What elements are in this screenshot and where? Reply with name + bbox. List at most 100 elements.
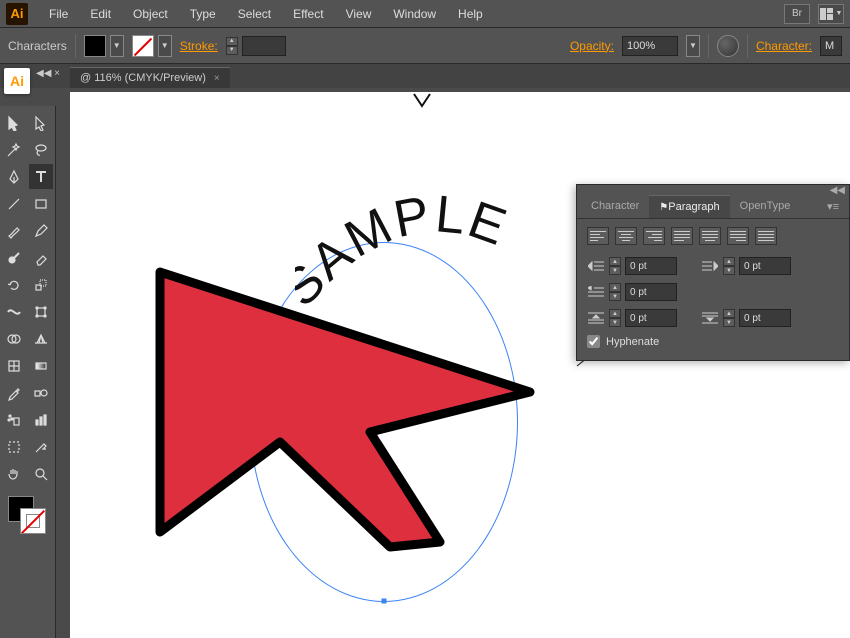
menu-window[interactable]: Window — [382, 7, 447, 21]
align-center-button[interactable] — [615, 227, 637, 245]
tab-close-button[interactable]: × — [214, 73, 220, 84]
scale-tool[interactable] — [29, 272, 54, 297]
hand-tool[interactable] — [2, 461, 27, 486]
stepper-up[interactable]: ▲ — [609, 283, 621, 292]
menu-bar: Ai File Edit Object Type Select Effect V… — [0, 0, 850, 28]
character-label[interactable]: Character: — [756, 39, 812, 53]
stroke-color-box[interactable] — [20, 508, 46, 534]
pen-tool[interactable] — [2, 164, 27, 189]
space-after-input[interactable] — [739, 309, 791, 327]
opacity-input[interactable] — [622, 36, 678, 56]
anchor-point[interactable] — [382, 599, 387, 604]
justify-left-button[interactable] — [671, 227, 693, 245]
menu-help[interactable]: Help — [447, 7, 494, 21]
slice-tool[interactable] — [29, 434, 54, 459]
stepper-down[interactable]: ▼ — [609, 292, 621, 301]
space-before-input[interactable] — [625, 309, 677, 327]
app-logo: Ai — [6, 3, 28, 25]
opacity-label[interactable]: Opacity: — [570, 39, 614, 53]
blend-tool[interactable] — [29, 380, 54, 405]
menu-select[interactable]: Select — [227, 7, 282, 21]
column-graph-tool[interactable] — [29, 407, 54, 432]
space-after-icon — [701, 311, 719, 325]
zoom-tool[interactable] — [29, 461, 54, 486]
left-indent-input[interactable] — [625, 257, 677, 275]
bridge-button[interactable]: Br — [784, 4, 810, 24]
magic-wand-tool[interactable] — [2, 137, 27, 162]
blob-brush-tool[interactable] — [2, 245, 27, 270]
menu-edit[interactable]: Edit — [79, 7, 122, 21]
paintbrush-tool[interactable] — [2, 218, 27, 243]
character-font-input[interactable] — [820, 36, 842, 56]
stroke-up[interactable]: ▲ — [226, 37, 238, 46]
tab-opentype[interactable]: OpenType — [730, 195, 801, 218]
rectangle-tool[interactable] — [29, 191, 54, 216]
symbol-sprayer-tool[interactable] — [2, 407, 27, 432]
width-tool[interactable] — [2, 299, 27, 324]
rotate-tool[interactable] — [2, 272, 27, 297]
gradient-tool[interactable] — [29, 353, 54, 378]
hyphenate-label: Hyphenate — [606, 336, 659, 348]
right-indent-icon — [701, 259, 719, 273]
lasso-tool[interactable] — [29, 137, 54, 162]
grid-icon — [820, 8, 834, 20]
stepper-down[interactable]: ▼ — [609, 318, 621, 327]
panel-collapse-icon[interactable]: ◀◀ — [830, 185, 845, 196]
stroke-weight-input[interactable] — [242, 36, 286, 56]
text-cursor-icon — [410, 92, 434, 116]
stroke-down[interactable]: ▼ — [226, 46, 238, 55]
justify-all-button[interactable] — [755, 227, 777, 245]
panel-menu-button[interactable]: ▾≡ — [817, 195, 849, 218]
arrange-docs-button[interactable]: ▼ — [818, 4, 844, 24]
eyedropper-tool[interactable] — [2, 380, 27, 405]
fill-dropdown[interactable]: ▼ — [110, 35, 124, 57]
direct-selection-tool[interactable] — [29, 110, 54, 135]
shape-builder-tool[interactable] — [2, 326, 27, 351]
stepper-down[interactable]: ▼ — [723, 266, 735, 275]
selection-tool[interactable] — [2, 110, 27, 135]
right-indent-input[interactable] — [739, 257, 791, 275]
stepper-up[interactable]: ▲ — [723, 257, 735, 266]
perspective-grid-tool[interactable] — [29, 326, 54, 351]
options-left-label: Characters — [8, 39, 67, 53]
menu-type[interactable]: Type — [179, 7, 227, 21]
type-tool[interactable] — [29, 164, 54, 189]
eraser-tool[interactable] — [29, 245, 54, 270]
menu-object[interactable]: Object — [122, 7, 179, 21]
indent-down[interactable]: ▼ — [609, 266, 621, 275]
stroke-label[interactable]: Stroke: — [180, 39, 218, 53]
panel-collapse-handle[interactable]: ◀◀ × — [36, 68, 60, 79]
fill-stroke-control[interactable] — [2, 494, 53, 538]
stroke-dropdown[interactable]: ▼ — [158, 35, 172, 57]
fill-swatch[interactable] — [84, 35, 106, 57]
menu-view[interactable]: View — [335, 7, 383, 21]
stepper-up[interactable]: ▲ — [609, 309, 621, 318]
stepper-down[interactable]: ▼ — [723, 318, 735, 327]
tools-panel — [0, 106, 56, 638]
pencil-tool[interactable] — [29, 218, 54, 243]
document-tab[interactable]: @ 116% (CMYK/Preview) × — [70, 67, 230, 88]
tab-paragraph[interactable]: Paragraph — [649, 195, 729, 218]
first-line-indent-input[interactable] — [625, 283, 677, 301]
line-segment-tool[interactable] — [2, 191, 27, 216]
hyphenate-checkbox[interactable] — [587, 335, 600, 348]
align-right-button[interactable] — [643, 227, 665, 245]
artboard-tool[interactable] — [2, 434, 27, 459]
recolor-artwork-icon[interactable] — [717, 35, 739, 57]
free-transform-tool[interactable] — [29, 299, 54, 324]
options-bar: Characters ▼ ▼ Stroke: ▲▼ Opacity: ▼ Cha… — [0, 28, 850, 64]
align-left-button[interactable] — [587, 227, 609, 245]
opacity-dropdown[interactable]: ▼ — [686, 35, 700, 57]
document-tabbar: @ 116% (CMYK/Preview) × — [0, 64, 850, 88]
stroke-swatch[interactable] — [132, 35, 154, 57]
tab-character[interactable]: Character — [581, 195, 649, 218]
artboard[interactable]: SAMPLE — [70, 92, 850, 638]
mesh-tool[interactable] — [2, 353, 27, 378]
menu-effect[interactable]: Effect — [282, 7, 334, 21]
stepper-up[interactable]: ▲ — [723, 309, 735, 318]
indent-up[interactable]: ▲ — [609, 257, 621, 266]
menu-file[interactable]: File — [38, 7, 79, 21]
annotation-arrow — [130, 262, 550, 552]
justify-right-button[interactable] — [727, 227, 749, 245]
justify-center-button[interactable] — [699, 227, 721, 245]
